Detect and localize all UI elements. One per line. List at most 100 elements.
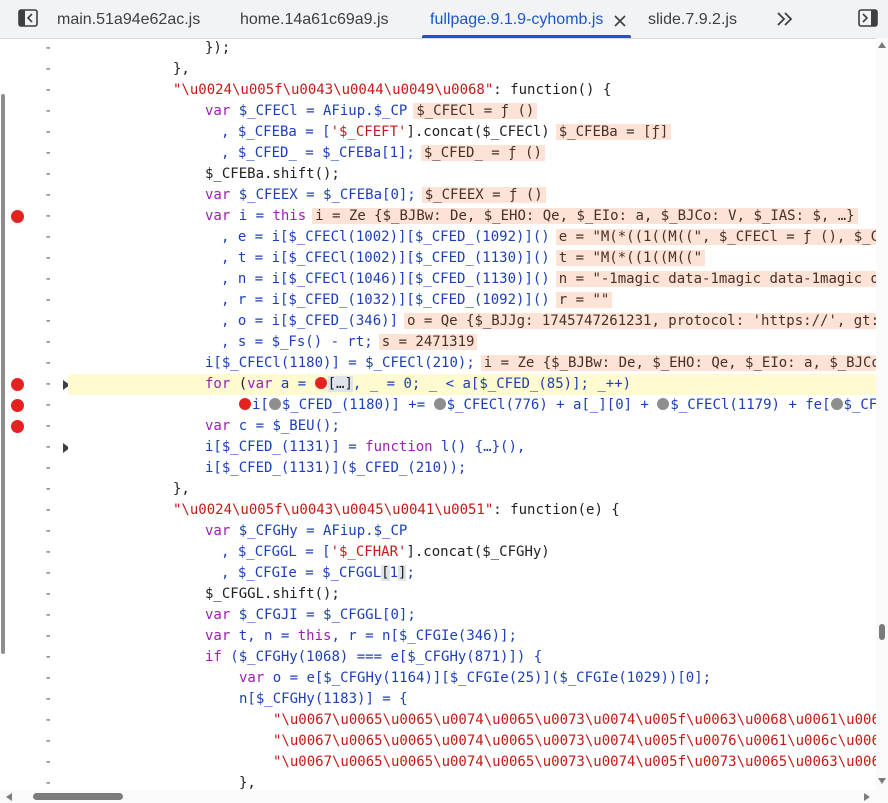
- gutter-line[interactable]: -: [0, 605, 68, 626]
- gutter-line[interactable]: -: [0, 122, 68, 143]
- inline-breakpoint-icon[interactable]: [239, 398, 251, 410]
- inline-value[interactable]: s = 2471319: [378, 334, 478, 350]
- vertical-scroll-thumb[interactable]: [879, 624, 885, 640]
- gutter-line[interactable]: -: [0, 542, 68, 563]
- gutter-line[interactable]: -: [0, 479, 68, 500]
- breakpoint-marker[interactable]: [11, 378, 24, 391]
- code-line[interactable]: var i = this i = Ze {$_BJBw: De, $_EHO: Q…: [68, 206, 876, 227]
- inline-breakpoint-icon[interactable]: [268, 398, 281, 410]
- gutter-line[interactable]: -: [0, 689, 68, 710]
- code-line[interactable]: , $_CFEBa = ['$_CFEFT'].concat($_CFECl) $…: [68, 122, 876, 143]
- gutter-line[interactable]: -: [0, 311, 68, 332]
- code-line[interactable]: },: [68, 59, 876, 80]
- inline-value[interactable]: t = "M(*((1((M((": [555, 250, 706, 266]
- inline-value[interactable]: i = Ze {$_BJBw: De, $_EHO: Qe, $_EIo: a,…: [312, 208, 858, 224]
- code-line[interactable]: , t = i[$_CFECl(1002)][$_CFED_(1130)]() t…: [68, 248, 876, 269]
- code-line[interactable]: "\u0024\u005f\u0043\u0044\u0049\u0068": …: [68, 80, 876, 101]
- breakpoint-marker[interactable]: [11, 210, 24, 223]
- code-line[interactable]: , $_CFGGL = ['$_CFHAR'].concat($_CFGHy): [68, 542, 876, 563]
- code-line[interactable]: i[$_CFECl(1180)] = $_CFECl(210); i = Ze {…: [68, 353, 876, 374]
- scroll-down-icon[interactable]: [878, 778, 886, 784]
- gutter-line[interactable]: -: [0, 584, 68, 605]
- tab-main-js[interactable]: main.51a94e62ac.js: [57, 0, 200, 38]
- code-line[interactable]: var $_CFGJI = $_CFGGL[0];: [68, 605, 876, 626]
- tab-home-js[interactable]: home.14a61c69a9.js: [240, 0, 389, 38]
- inline-value[interactable]: o = Qe {$_BJJg: 1745747261231, protocol:…: [404, 313, 876, 329]
- gutter-line[interactable]: -: [0, 710, 68, 731]
- gutter-line[interactable]: -: [0, 668, 68, 689]
- code-line[interactable]: i[$_CFED_(1180)] += $_CFECl(776) + a[_][…: [68, 395, 876, 416]
- code-line[interactable]: , $_CFGIe = $_CFGGL[1];: [68, 563, 876, 584]
- code-line[interactable]: var t, n = this, r = n[$_CFGIe(346)];: [68, 626, 876, 647]
- inline-value[interactable]: n = "-1magic data-1magic data-1magic d: [555, 271, 876, 287]
- gutter-line[interactable]: -: [0, 437, 68, 458]
- gutter-line[interactable]: -: [0, 563, 68, 584]
- code-line[interactable]: var o = e[$_CFGHy(1164)][$_CFGIe(25)]($_…: [68, 668, 876, 689]
- code-line[interactable]: $_CFGGL.shift();: [68, 584, 876, 605]
- code-line[interactable]: var $_CFECl = AFiup.$_CP $_CFECl = ƒ (): [68, 101, 876, 122]
- gutter-line[interactable]: -: [0, 647, 68, 668]
- horizontal-scroll-thumb[interactable]: [33, 793, 123, 800]
- gutter-line[interactable]: -: [0, 38, 68, 59]
- gutter-line[interactable]: -: [0, 59, 68, 80]
- code-line[interactable]: "\u0024\u005f\u0043\u0045\u0041\u0051": …: [68, 500, 876, 521]
- gutter-line[interactable]: -: [0, 101, 68, 122]
- gutter-line[interactable]: -: [0, 353, 68, 374]
- code-line[interactable]: , s = $_Fs() - rt; s = 2471319: [68, 332, 876, 353]
- inline-value[interactable]: r = "": [555, 292, 613, 308]
- vertical-scrollbar[interactable]: [876, 38, 888, 790]
- gutter-line[interactable]: -: [0, 164, 68, 185]
- scroll-up-icon[interactable]: [878, 42, 886, 48]
- gutter-line[interactable]: -: [0, 143, 68, 164]
- tab-slide-js[interactable]: slide.7.9.2.js: [648, 0, 737, 38]
- code-line[interactable]: i[$_CFED_(1131)]($_CFED_(210));: [68, 458, 876, 479]
- gutter-line[interactable]: -: [0, 731, 68, 752]
- scroll-right-icon[interactable]: [864, 793, 870, 801]
- gutter-line[interactable]: -: [0, 752, 68, 773]
- gutter-line[interactable]: -: [0, 458, 68, 479]
- gutter-line[interactable]: -: [0, 773, 68, 790]
- gutter-line[interactable]: -: [0, 80, 68, 101]
- code-line[interactable]: "\u0067\u0065\u0065\u0074\u0065\u0073\u0…: [68, 710, 876, 731]
- breakpoint-marker[interactable]: [11, 399, 24, 412]
- code-line[interactable]: , r = i[$_CFED_(1032)][$_CFED_(1092)]() r…: [68, 290, 876, 311]
- inline-breakpoint-icon[interactable]: [830, 398, 843, 410]
- current-execution-line[interactable]: for (var a = […], _ = 0; _ < a[$_CFED_(8…: [68, 374, 876, 395]
- inline-value[interactable]: $_CFEBa = [ƒ]: [555, 124, 672, 140]
- gutter-line[interactable]: -: [0, 332, 68, 353]
- gutter-line[interactable]: -: [0, 290, 68, 311]
- gutter-line[interactable]: -: [0, 248, 68, 269]
- horizontal-scrollbar[interactable]: [0, 790, 888, 803]
- gutter-line[interactable]: -: [0, 395, 68, 416]
- inline-breakpoint-icon[interactable]: [433, 398, 446, 410]
- inline-breakpoint-icon[interactable]: [314, 377, 327, 389]
- code-line[interactable]: , e = i[$_CFECl(1002)][$_CFED_(1092)]() e…: [68, 227, 876, 248]
- gutter-line[interactable]: -: [0, 185, 68, 206]
- gutter-line[interactable]: -: [0, 269, 68, 290]
- scroll-left-icon[interactable]: [6, 793, 12, 801]
- inline-breakpoint-icon[interactable]: [657, 398, 670, 410]
- code-line[interactable]: $_CFEBa.shift();: [68, 164, 876, 185]
- code-line[interactable]: var $_CFGHy = AFiup.$_CP: [68, 521, 876, 542]
- code-line[interactable]: , $_CFED_ = $_CFEBa[1]; $_CFED_ = ƒ (): [68, 143, 876, 164]
- code-line[interactable]: var c = $_BEU();: [68, 416, 876, 437]
- tab-fullpage-js[interactable]: fullpage.9.1.9-cyhomb.js: [421, 0, 632, 38]
- code-line[interactable]: var $_CFEEX = $_CFEBa[0]; $_CFEEX = ƒ (): [68, 185, 876, 206]
- toggle-navigator-icon[interactable]: [18, 9, 38, 27]
- code-line[interactable]: if ($_CFGHy(1068) === e[$_CFGHy(871)]) {: [68, 647, 876, 668]
- gutter-line[interactable]: -: [0, 521, 68, 542]
- code-line[interactable]: , n = i[$_CFECl(1046)][$_CFED_(1130)]() n…: [68, 269, 876, 290]
- inline-value[interactable]: $_CFECl = ƒ (): [413, 103, 538, 119]
- more-tabs-icon[interactable]: [774, 10, 796, 28]
- gutter-line[interactable]: -: [0, 374, 68, 395]
- inline-value[interactable]: $_CFED_ = ƒ (): [420, 145, 545, 161]
- code-line[interactable]: , o = i[$_CFED_(346)] o = Qe {$_BJJg: 174…: [68, 311, 876, 332]
- gutter-line[interactable]: -: [0, 227, 68, 248]
- code-editor[interactable]: }); }, "\u0024\u005f\u0043\u0044\u0049\u…: [68, 38, 876, 790]
- gutter-line[interactable]: -: [0, 626, 68, 647]
- breakpoint-marker[interactable]: [11, 420, 24, 433]
- code-line[interactable]: n[$_CFGHy(1183)] = {: [68, 689, 876, 710]
- code-line[interactable]: },: [68, 773, 876, 790]
- code-line[interactable]: });: [68, 38, 876, 59]
- gutter-line[interactable]: -: [0, 416, 68, 437]
